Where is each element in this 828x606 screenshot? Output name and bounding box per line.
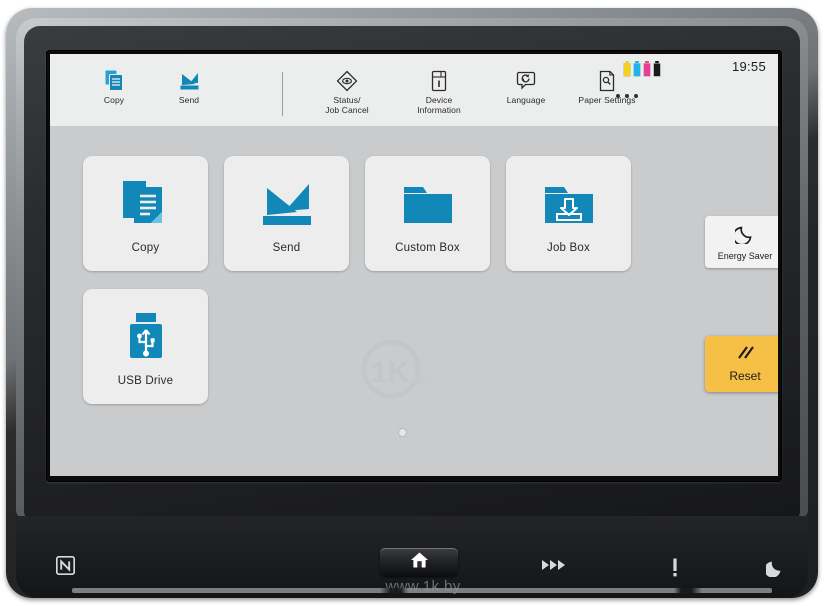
topbar-item-label: Language — [506, 95, 546, 105]
home-screen-body: 1K .by Copy Send Custom Box Job Box USB … — [50, 126, 778, 476]
watermark-logo: 1K .by — [347, 336, 467, 406]
copy-documents-icon — [120, 174, 172, 236]
bezel-accent-strip — [72, 588, 772, 593]
printer-operation-panel: Copy Send Status/ Job Cancel Device Info… — [0, 0, 828, 606]
tile-job-box[interactable]: Job Box — [506, 156, 631, 271]
topbar-item-label: Status/ Job Cancel — [325, 95, 369, 115]
energy-saver-button[interactable]: Energy Saver — [705, 216, 778, 268]
status-eye-icon — [336, 68, 358, 93]
toner-cartridge-yellow — [623, 61, 631, 77]
led-attention — [671, 558, 679, 582]
home-button[interactable] — [380, 548, 458, 576]
panel-body: Copy Send Status/ Job Cancel Device Info… — [6, 8, 818, 598]
tile-usb-drive[interactable]: USB Drive — [83, 289, 208, 404]
svg-text:1K: 1K — [371, 356, 410, 389]
toner-cartridge-cyan — [633, 61, 641, 77]
bottom-bezel: www.1k.by — [16, 516, 808, 598]
send-paper-plane-icon — [259, 174, 315, 236]
topbar-item-label: Send — [178, 95, 200, 105]
topbar-item-send[interactable]: Send — [153, 68, 225, 120]
tile-label: Copy — [131, 241, 160, 254]
double-slash-icon — [734, 345, 756, 366]
tile-label: Send — [272, 241, 301, 254]
folder-icon — [400, 174, 456, 236]
dot — [616, 94, 620, 98]
topbar-divider — [282, 72, 283, 116]
more-options-button[interactable] — [606, 88, 648, 104]
topbar-item-language[interactable]: Language — [487, 68, 565, 120]
lcd-frame: Copy Send Status/ Job Cancel Device Info… — [46, 50, 782, 482]
nfc-icon[interactable] — [55, 555, 76, 580]
folder-print-icon — [541, 174, 597, 236]
dot — [634, 94, 638, 98]
home-icon — [410, 551, 429, 574]
toner-cartridge-magenta — [643, 61, 651, 77]
tile-label: Custom Box — [395, 241, 460, 254]
triple-chevron-icon — [541, 558, 567, 577]
moon-icon — [764, 558, 784, 582]
dot — [625, 94, 629, 98]
topbar-item-device-information[interactable]: Device Information — [395, 68, 483, 120]
tile-send[interactable]: Send — [224, 156, 349, 271]
top-function-bar: Copy Send Status/ Job Cancel Device Info… — [50, 54, 778, 127]
device-information-icon — [430, 68, 448, 93]
tile-copy[interactable]: Copy — [83, 156, 208, 271]
tile-custom-box[interactable]: Custom Box — [365, 156, 490, 271]
svg-text:.by: .by — [409, 369, 434, 388]
reset-label: Reset — [729, 369, 761, 383]
usb-drive-icon — [125, 307, 167, 369]
energy-saver-label: Energy Saver — [717, 250, 773, 261]
toner-cartridge-black — [653, 61, 661, 77]
send-icon — [179, 68, 200, 93]
tile-label: Job Box — [547, 241, 590, 254]
copy-icon — [105, 68, 124, 93]
moon-icon — [732, 224, 755, 249]
topbar-item-status-job-cancel[interactable]: Status/ Job Cancel — [303, 68, 391, 120]
toner-level-indicators — [623, 61, 661, 77]
topbar-item-label: Device Information — [417, 95, 461, 115]
clock: 19:55 — [731, 59, 766, 74]
topbar-item-copy[interactable]: Copy — [78, 68, 150, 120]
language-icon — [516, 68, 536, 93]
led-energy-saver — [764, 558, 784, 582]
touchscreen[interactable]: Copy Send Status/ Job Cancel Device Info… — [50, 54, 778, 476]
topbar-item-label: Copy — [103, 95, 125, 105]
page-indicator-dot[interactable] — [399, 429, 406, 436]
led-processing — [541, 558, 567, 577]
tile-label: USB Drive — [117, 374, 174, 387]
reset-button[interactable]: Reset — [705, 336, 778, 392]
exclamation-icon — [671, 558, 679, 582]
